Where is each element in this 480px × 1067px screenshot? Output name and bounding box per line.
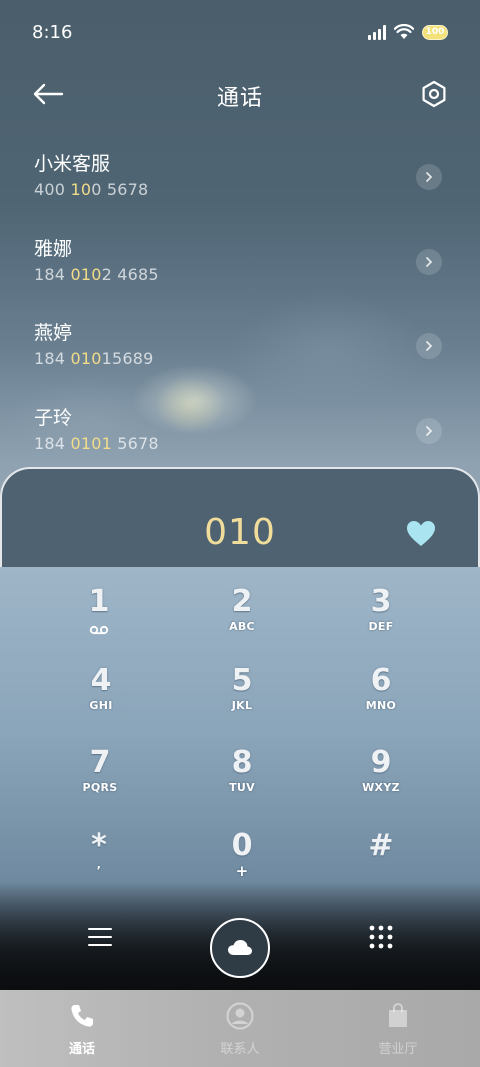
key-5[interactable]: 5 JKL — [197, 663, 287, 733]
battery-icon: 100 — [422, 24, 448, 40]
chevron-right-icon[interactable] — [416, 417, 442, 444]
key-4[interactable]: 4 GHI — [56, 663, 146, 733]
contact-item[interactable]: 雅娜 184 0102 4685 — [0, 225, 480, 310]
dialpad-grid-icon[interactable] — [368, 924, 394, 950]
contact-name: 燕婷 — [34, 322, 73, 344]
contact-number: 184 0102 4685 — [34, 264, 159, 284]
key-9[interactable]: 9 WXYZ — [336, 745, 426, 815]
hamburger-menu-icon[interactable] — [87, 926, 113, 948]
key-star[interactable]: * , — [54, 828, 144, 898]
wifi-icon — [394, 24, 414, 39]
contact-name: 小米客服 — [34, 153, 111, 175]
heart-icon[interactable] — [406, 520, 436, 548]
key-2[interactable]: 2 ABC — [197, 584, 287, 654]
header: 通话 — [0, 70, 480, 118]
dial-actions — [0, 910, 480, 986]
chevron-right-icon[interactable] — [416, 164, 442, 190]
key-1[interactable]: 1 — [54, 584, 144, 654]
chevron-right-icon[interactable] — [416, 248, 442, 275]
tab-calls[interactable]: 通话 — [42, 1002, 122, 1057]
chevron-right-icon[interactable] — [416, 333, 442, 359]
call-button[interactable] — [210, 918, 270, 978]
contact-number: 184 0101 5678 — [34, 433, 159, 453]
contact-item[interactable]: 子玲 184 0101 5678 — [0, 394, 480, 479]
key-3[interactable]: 3 DEF — [336, 584, 426, 654]
tab-service-hall[interactable]: 营业厅 — [358, 1002, 438, 1057]
status-icons: 100 — [368, 24, 448, 40]
dialpad: 1 2 ABC 3 DEF 4 GHI 5 JKL 6 MNO 7 PQRS 8… — [0, 580, 480, 910]
contact-item[interactable]: 燕婷 184 01015689 — [0, 309, 480, 394]
tab-contacts[interactable]: 联系人 — [200, 1002, 280, 1057]
contact-name: 雅娜 — [34, 237, 73, 260]
bottom-nav: 通话 联系人 营业厅 — [0, 990, 480, 1067]
contact-suggestion-list: 小米客服 400 100 5678 雅娜 184 0102 4685 燕婷 18… — [0, 140, 480, 478]
key-6[interactable]: 6 MNO — [336, 663, 426, 733]
phone-icon — [71, 1005, 93, 1027]
shopping-bag-icon — [389, 1003, 407, 1027]
voicemail-icon — [89, 625, 109, 635]
status-time: 8:16 — [32, 22, 73, 43]
contact-number: 184 01015689 — [34, 349, 154, 368]
settings-icon[interactable] — [420, 80, 448, 108]
person-icon — [226, 1002, 254, 1030]
key-hash[interactable]: # — [336, 828, 426, 898]
key-0[interactable]: 0 + — [197, 828, 287, 898]
contact-number: 400 100 5678 — [34, 180, 149, 199]
cloud-icon — [228, 940, 252, 955]
status-bar: 8:16 100 — [0, 0, 480, 66]
contact-item[interactable]: 小米客服 400 100 5678 — [0, 140, 480, 225]
key-7[interactable]: 7 PQRS — [55, 745, 145, 815]
signal-icon — [368, 24, 386, 40]
key-8[interactable]: 8 TUV — [197, 745, 287, 815]
page-title: 通话 — [216, 86, 263, 111]
contact-name: 子玲 — [34, 406, 73, 429]
